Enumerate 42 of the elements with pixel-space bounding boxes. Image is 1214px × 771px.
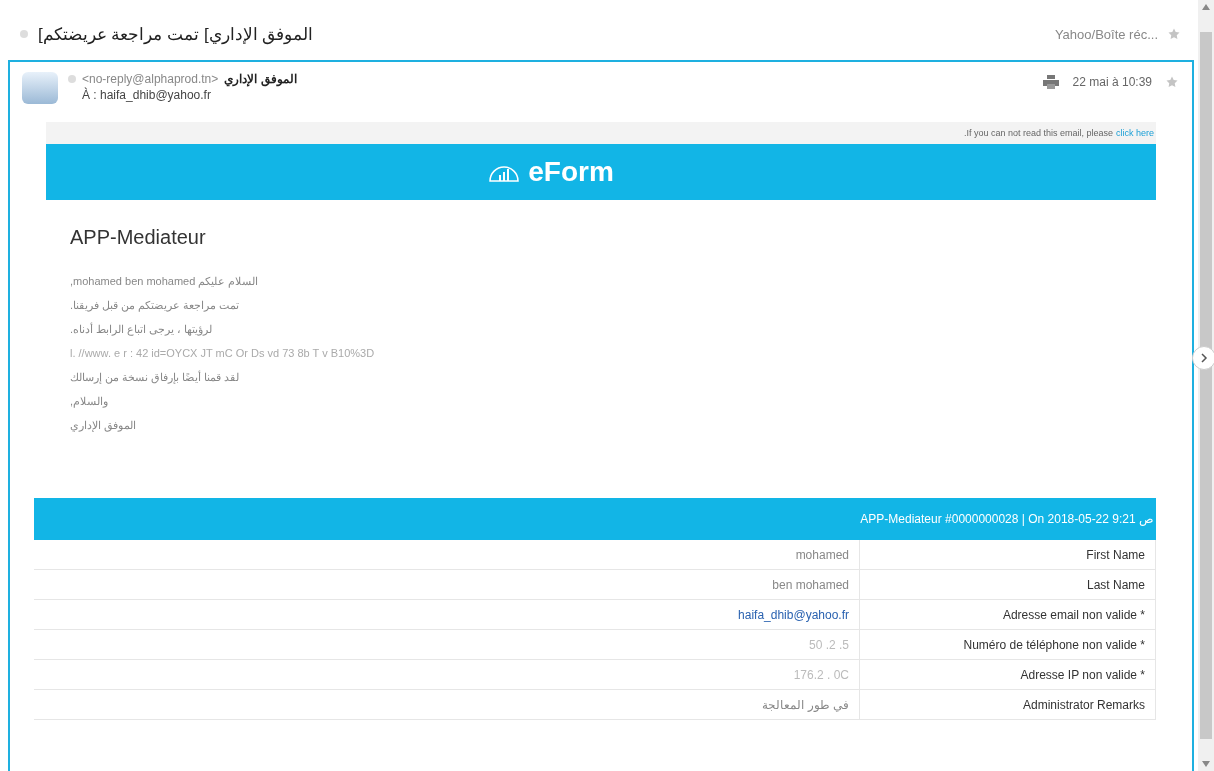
message-line: السلام عليكم mohamed ben mohamed, [70, 275, 259, 288]
avatar-placeholder [22, 72, 58, 104]
folder-label: Yahoo/Boîte réc... [1054, 26, 1158, 42]
message-line: لرؤيتها ، يرجى اتباع الرابط أدناه. [70, 323, 213, 336]
click-here-link[interactable]: click here [1116, 128, 1154, 138]
sender-name: الموفق الإداري [224, 72, 297, 86]
table-cell: Numéro de téléphone non valide * [860, 630, 1156, 659]
printer-icon[interactable] [1042, 75, 1059, 89]
table-cell: ben mohamed [34, 570, 860, 599]
message-date: 22 mai à 10:39 [1072, 75, 1152, 89]
status-dot [68, 75, 76, 83]
thread-subject: الموفق الإداري] تمت مراجعة عريضتكم] [38, 23, 314, 45]
message-line: تمت مراجعة عريضتكم من قبل فريقنا. [70, 299, 240, 312]
table-cell: Adresse IP non valide * [860, 660, 1156, 689]
form-heading: APP-Mediateur [70, 226, 207, 249]
blurred-link[interactable]: l. //www. e r : 42 id=OYCX JT mC Or Ds vd 73 8b T v B10%3D [70, 347, 375, 360]
message-line: لقد قمنا أيضًا بإرفاق نسخة من إرسالك [70, 371, 240, 384]
table-cell: First Name [860, 540, 1156, 569]
table-cell: 176.2 . 0C [34, 660, 860, 689]
recipient: À : haifa_dhib@yahoo.fr [82, 88, 211, 102]
table-cell: Administrator Remarks [860, 690, 1156, 719]
scroll-down-icon[interactable] [1202, 761, 1210, 767]
table-cell: Adresse email non valide * [860, 600, 1156, 629]
star-icon[interactable] [1168, 28, 1180, 40]
unread-dot [20, 30, 28, 38]
message-line: الموفق الإداري [70, 419, 137, 432]
brand-name: eForm [528, 156, 614, 188]
notice-text: .If you can not read this email, please [963, 128, 1113, 138]
table-cell[interactable]: haifa_dhib@yahoo.fr [34, 600, 860, 629]
table-cell: mohamed [34, 540, 860, 569]
message-line: والسلام, [70, 395, 109, 408]
sender-email: <no-reply@alphaprod.tn> [82, 72, 219, 86]
scrollbar[interactable] [1198, 0, 1214, 771]
table-cell: 50 .2 .5 [34, 630, 860, 659]
table-title: APP-Mediateur #0000000028 | On 2018-05-22 9:21 ص [34, 498, 1156, 540]
next-button[interactable] [1192, 346, 1214, 370]
star-icon[interactable] [1166, 76, 1178, 88]
scroll-thumb[interactable] [1200, 32, 1212, 739]
scroll-up-icon[interactable] [1202, 4, 1210, 10]
table-cell: في طور المعالجة [34, 690, 860, 719]
chevron-right-icon [1200, 353, 1208, 363]
table-cell: Last Name [860, 570, 1156, 599]
